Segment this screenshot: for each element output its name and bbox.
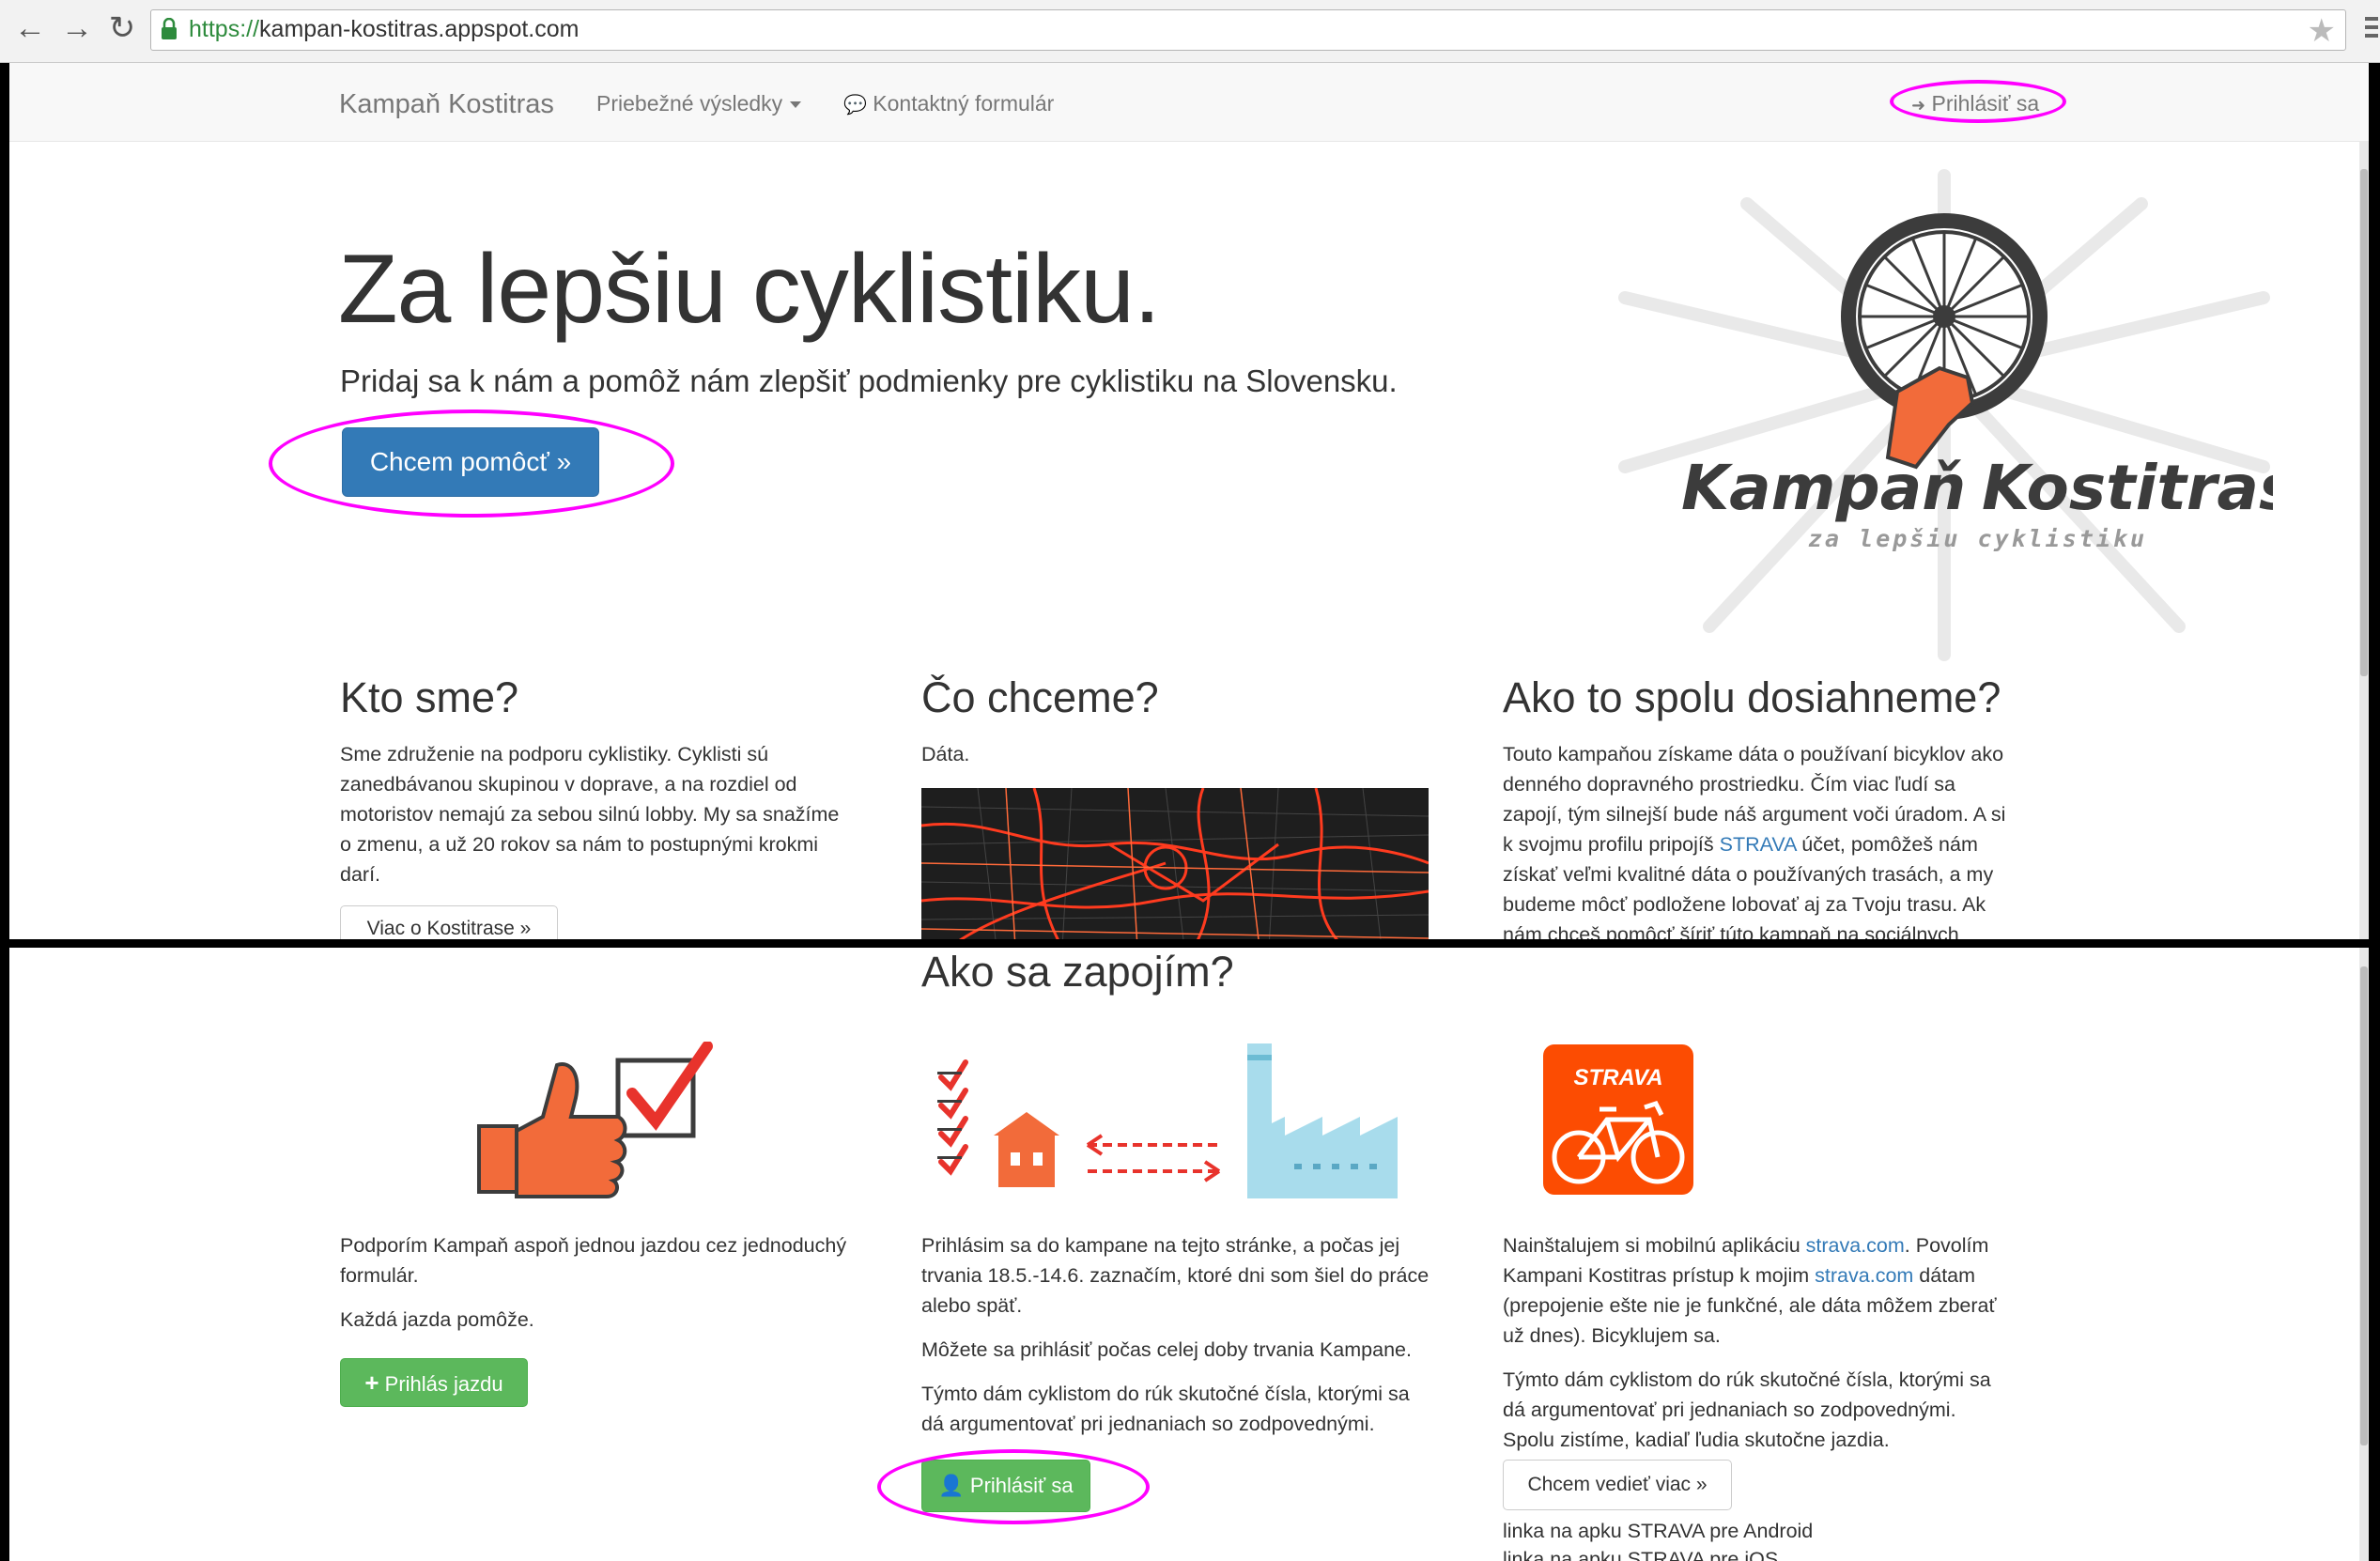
strava-link[interactable]: STRAVA xyxy=(1720,833,1797,856)
svg-text:Kostitras: Kostitras xyxy=(1982,452,2273,524)
hero-subtitle: Pridaj sa k nám a pomôž nám zlepšiť podm… xyxy=(340,363,1398,398)
url-text: https://kampan-kostitras.appspot.com xyxy=(189,16,580,42)
bottom-scrollbar-thumb[interactable] xyxy=(2360,966,2368,1445)
svg-text:Kampaň: Kampaň xyxy=(1681,452,1966,524)
who-title: Kto sme? xyxy=(340,673,519,721)
join-col1-text: Podporím Kampaň aspoň jednou jazdou cez … xyxy=(340,1234,847,1331)
highlight-ellipse-login xyxy=(1890,80,2066,123)
strava-badge-label: STRAVA xyxy=(1573,1065,1663,1090)
browser-toolbar: ← → ↻ https://kampan-kostitras.appspot.c… xyxy=(0,0,2380,63)
strava-ios-link[interactable]: linka na apku STRAVA pre iOS xyxy=(1503,1544,1778,1561)
strava-com-link-1[interactable]: strava.com xyxy=(1806,1234,1905,1257)
highlight-ellipse-register xyxy=(877,1449,1150,1524)
join-col2-text: Prihlásim sa do kampane na tejto stránke… xyxy=(921,1234,1430,1435)
what-title: Čo chceme? xyxy=(921,673,1159,721)
plus-icon: + xyxy=(364,1368,379,1397)
learn-more-button[interactable]: Chcem vedieť viac » xyxy=(1503,1460,1732,1510)
navbar-brand[interactable]: Kampaň Kostitras xyxy=(339,89,554,120)
about-kostitras-button[interactable]: Viac o Kostitrase » xyxy=(340,905,558,939)
join-title: Ako sa zapojím? xyxy=(921,948,1234,996)
nav-results-dropdown[interactable]: Priebežné výsledky xyxy=(596,91,802,116)
back-arrow-icon[interactable]: ← xyxy=(11,9,49,47)
how-title: Ako to spolu dosiahneme? xyxy=(1503,673,2001,721)
forward-arrow-icon[interactable]: → xyxy=(58,9,96,47)
hero-title: Za lepšiu cyklistiku. xyxy=(338,235,1161,344)
page-bottom-screenshot: Ako sa zapojím? STRAVA Podporím Kampaň a… xyxy=(9,948,2369,1561)
strava-com-link-2[interactable]: strava.com xyxy=(1815,1264,1913,1287)
what-text: Dáta. xyxy=(921,743,970,765)
address-bar[interactable]: https://kampan-kostitras.appspot.com ★ xyxy=(150,9,2346,51)
svg-text:za lepšiu cyklistiku: za lepšiu cyklistiku xyxy=(1808,525,2147,552)
campaign-logo: Kampaň Kostitras za lepšiu cyklistiku xyxy=(1615,157,2295,664)
bottom-scrollbar[interactable] xyxy=(2359,948,2369,1561)
caret-down-icon xyxy=(790,101,802,109)
how-text: Touto kampaňou získame dáta o používaní … xyxy=(1503,743,2006,939)
reload-icon[interactable]: ↻ xyxy=(103,9,141,47)
commute-illustration-icon xyxy=(937,1043,1398,1198)
top-scrollbar-thumb[interactable] xyxy=(2360,169,2368,676)
join-col3-text: Nainštalujem si mobilnú aplikáciu strava… xyxy=(1503,1234,1997,1451)
strava-app-icon: STRAVA xyxy=(1543,1044,1693,1195)
nav-contact-link[interactable]: 💬 Kontaktný formulár xyxy=(843,91,1054,116)
thumbs-up-checkbox-icon xyxy=(477,1042,713,1198)
bookmark-star-icon[interactable]: ★ xyxy=(2308,12,2336,50)
page-top-screenshot: Kampaň Kostitras Priebežné výsledky 💬 Ko… xyxy=(9,63,2369,939)
strava-android-link[interactable]: linka na apku STRAVA pre Android xyxy=(1503,1516,1813,1546)
who-text: Sme združenie na podporu cyklistiky. Cyk… xyxy=(340,743,840,886)
highlight-ellipse-help xyxy=(269,410,674,518)
lock-icon xyxy=(162,18,177,39)
heatmap-image xyxy=(921,788,1429,939)
bicycle-icon xyxy=(1552,1100,1685,1184)
sunburst-wheel-icon: Kampaň Kostitras za lepšiu cyklistiku xyxy=(1618,169,2295,661)
comment-icon: 💬 xyxy=(843,95,867,116)
browser-menu-icon[interactable] xyxy=(2365,17,2378,43)
top-scrollbar[interactable] xyxy=(2359,141,2369,939)
log-ride-button[interactable]: + Prihlás jazdu xyxy=(340,1358,528,1407)
